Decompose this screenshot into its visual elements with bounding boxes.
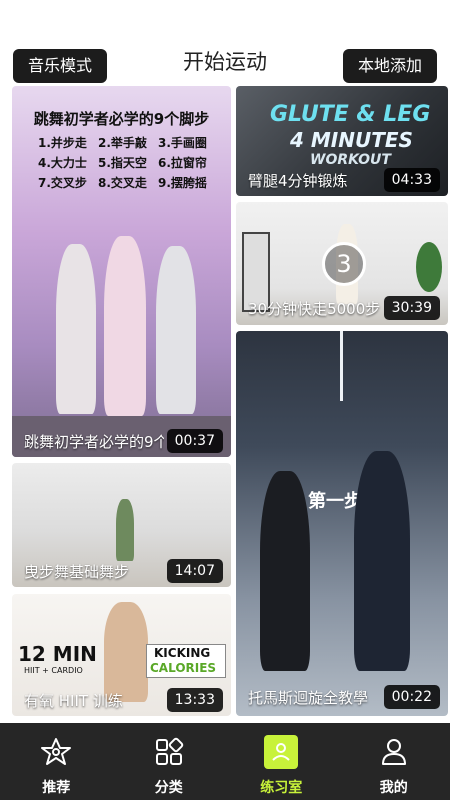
video-duration: 00:37 [166, 429, 223, 453]
video-title: 托馬斯迴旋全教學 [248, 689, 369, 707]
thumbnail-step-6: 6.拉窗帘 [158, 156, 207, 170]
dancer-figure [104, 236, 146, 416]
bottom-nav: 推荐 分类 练习室 我的 [0, 723, 450, 800]
nav-item-mine[interactable]: 我的 [338, 723, 450, 800]
countdown-badge: 3 [322, 242, 366, 286]
thumbnail-step-4: 4.大力士 [38, 156, 87, 170]
music-mode-button[interactable]: 音乐模式 [13, 49, 107, 83]
video-duration: 04:33 [383, 168, 440, 192]
nav-label: 分类 [154, 780, 183, 796]
video-card-dance-steps[interactable]: 跳舞初学者必学的9个脚步 1.并步走 2.举手敲 3.手画圈 4.大力士 5.指… [12, 86, 231, 457]
video-card-glute-leg[interactable]: GLUTE & LEG 4 MINUTES WORKOUT 臂腿4分钟锻炼 04… [236, 86, 448, 196]
ceiling-light [340, 331, 343, 401]
thumbnail-overlay-right2: CALORIES [150, 661, 217, 675]
thumbnail-overlay-text: 第一步 [308, 491, 362, 512]
thumbnail-step-9: 9.摆胯摇 [158, 176, 207, 190]
add-local-button[interactable]: 本地添加 [343, 49, 437, 83]
thumbnail-overlay-right1: KICKING [154, 646, 211, 660]
video-title: 有氧 HIIT 训练 [24, 692, 123, 710]
category-grid-icon [152, 735, 186, 769]
instructor-figure [104, 602, 148, 702]
thumbnail-overlay-line3: WORKOUT [310, 152, 391, 168]
video-title: 臂腿4分钟锻炼 [248, 172, 348, 190]
top-bar: 音乐模式 开始运动 本地添加 [0, 0, 450, 86]
dancer-figure [56, 244, 96, 414]
video-title: 30分钟快走5000步 [248, 300, 381, 318]
dancer-figure [354, 451, 410, 671]
practice-room-icon [264, 735, 299, 769]
thumbnail-step-8: 8.交叉走 [98, 176, 147, 190]
thumbnail-step-7: 7.交叉步 [38, 176, 87, 190]
thumbnail-step-3: 3.手画圈 [158, 136, 207, 150]
thumbnail-step-1: 1.并步走 [38, 136, 87, 150]
thumbnail-overlay-big: 12 MIN [18, 642, 97, 666]
thumbnail-step-2: 2.举手敲 [98, 136, 147, 150]
dancer-figure [116, 499, 134, 561]
video-card-thomas-flair[interactable]: 第一步 托馬斯迴旋全教學 00:22 [236, 331, 448, 716]
thumbnail-step-5: 5.指天空 [98, 156, 147, 170]
page-title: 开始运动 [183, 50, 267, 74]
nav-label: 练习室 [260, 780, 303, 796]
video-duration: 14:07 [166, 559, 223, 583]
plant [416, 242, 442, 292]
video-duration: 13:33 [166, 688, 223, 712]
video-duration: 30:39 [383, 296, 440, 320]
nav-item-recommend[interactable]: 推荐 [0, 723, 113, 800]
thumbnail-overlay-line2: 4 MINUTES [290, 128, 413, 152]
profile-icon [377, 735, 411, 769]
thumbnail-overlay-line1: GLUTE & LEG [270, 102, 431, 127]
dancer-figure [260, 471, 310, 671]
video-title: 跳舞初学者必学的9个脚步 [24, 433, 164, 451]
video-card-shuffle[interactable]: 曳步舞基础舞步 14:07 [12, 463, 231, 587]
video-card-hiit[interactable]: 12 MIN HIIT + CARDIO KICKING CALORIES 有氧… [12, 594, 231, 716]
video-thumbnail: 第一步 [236, 331, 448, 716]
app-screen: 音乐模式 开始运动 本地添加 跳舞初学者必学的9个脚步 1.并步走 2.举手敲 … [0, 0, 450, 800]
dancer-figure [156, 246, 196, 414]
video-thumbnail: 跳舞初学者必学的9个脚步 1.并步走 2.举手敲 3.手画圈 4.大力士 5.指… [12, 86, 231, 457]
star-icon [39, 735, 73, 769]
nav-label: 我的 [379, 780, 408, 796]
nav-item-practice-room[interactable]: 练习室 [225, 723, 338, 800]
nav-item-category[interactable]: 分类 [113, 723, 226, 800]
video-title: 曳步舞基础舞步 [24, 563, 130, 581]
nav-label: 推荐 [42, 780, 71, 796]
video-card-walk[interactable]: 3 30分钟快走5000步 30:39 [236, 202, 448, 325]
video-duration: 00:22 [383, 685, 440, 709]
thumbnail-overlay-small: HIIT + CARDIO [24, 666, 83, 675]
thumbnail-banner-title: 跳舞初学者必学的9个脚步 [33, 110, 210, 128]
